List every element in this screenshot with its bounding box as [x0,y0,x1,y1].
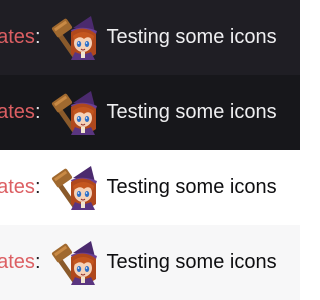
chat-username[interactable]: eates [0,251,35,274]
chat-row-dark-2: eates: Testing some icons [0,75,300,150]
colon-separator: : [34,100,41,123]
chat-message: eates: Testing some icons [0,164,277,210]
chat-message-text: Testing some icons [106,175,277,198]
hammer-witch-girl-emote-icon[interactable] [50,239,97,285]
chat-message: eates: Testing some icons [0,239,277,285]
hammer-witch-girl-emote-icon[interactable] [50,164,97,210]
chat-message-text: Testing some icons [106,250,277,273]
colon-separator: : [34,25,41,48]
hammer-witch-girl-emote-icon[interactable] [50,89,97,135]
hammer-witch-girl-emote-icon[interactable] [50,14,97,60]
chat-message-text: Testing some icons [106,25,277,48]
chat-message: eates: Testing some icons [0,14,277,60]
chat-row-light-1: eates: Testing some icons [0,150,300,225]
chat-row-dark-1: eates: Testing some icons [0,0,300,75]
chat-row-light-2: eates: Testing some icons [0,225,300,300]
chat-username[interactable]: eates [0,101,35,124]
chat-username[interactable]: eates [0,26,35,49]
colon-separator: : [34,250,41,273]
colon-separator: : [34,175,41,198]
chat-message-text: Testing some icons [106,100,277,123]
chat-username[interactable]: eates [0,176,35,199]
chat-message: eates: Testing some icons [0,89,277,135]
